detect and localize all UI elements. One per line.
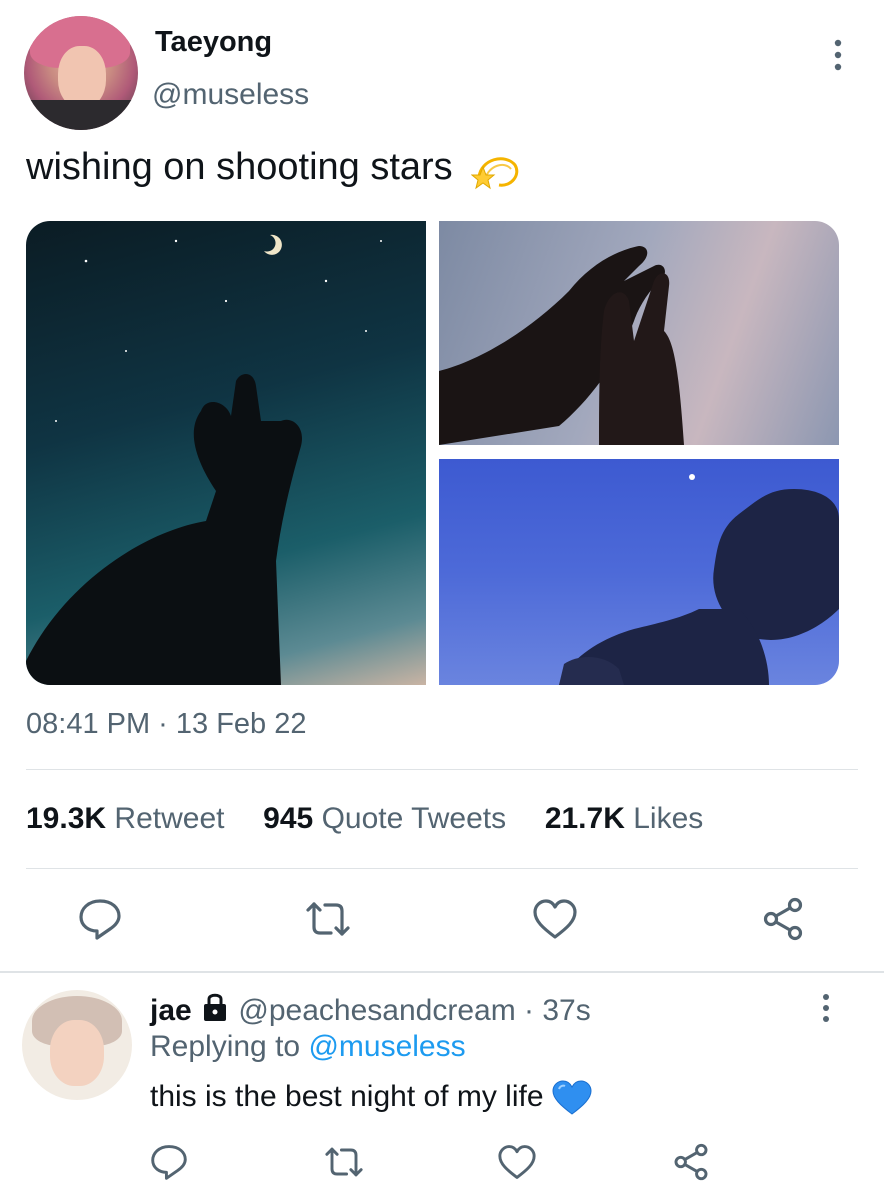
author-name[interactable]: Taeyong xyxy=(155,26,272,59)
divider xyxy=(26,769,858,770)
replying-to-mention[interactable]: @museless xyxy=(308,1030,465,1063)
reply-author-handle[interactable]: @peachesandcream xyxy=(238,994,515,1027)
retweets-count[interactable]: 19.3K xyxy=(26,802,106,835)
tweet-text-content: wishing on shooting stars xyxy=(26,146,453,188)
photo-pinky-promise-sunset[interactable] xyxy=(439,221,839,445)
retweet-icon[interactable] xyxy=(320,1138,368,1186)
tweet-stats: 19.3K Retweet 945 Quote Tweets 21.7K Lik… xyxy=(26,802,703,836)
reply-author-avatar[interactable] xyxy=(22,990,132,1100)
more-vertical-icon[interactable] xyxy=(814,992,838,1024)
photo-pinky-promise-blue-sky[interactable] xyxy=(439,459,839,685)
like-icon[interactable] xyxy=(527,891,583,947)
section-divider xyxy=(0,971,884,973)
replying-to-line: Replying to @museless xyxy=(150,1030,466,1064)
reply-author-name[interactable]: jae xyxy=(150,994,192,1027)
tweet-timestamp[interactable]: 08:41 PM · 13 Feb 22 xyxy=(26,708,307,741)
likes-count[interactable]: 21.7K xyxy=(545,802,625,835)
tweet-media-grid[interactable] xyxy=(26,221,839,685)
retweet-icon[interactable] xyxy=(300,891,356,947)
reply-text: this is the best night of my life xyxy=(150,1080,592,1116)
reply-time[interactable]: · 37s xyxy=(524,994,591,1027)
share-icon[interactable] xyxy=(755,891,811,947)
author-avatar[interactable] xyxy=(24,16,138,130)
reply-icon[interactable] xyxy=(145,1138,193,1186)
tweet-text: wishing on shooting stars xyxy=(26,146,521,191)
author-handle[interactable]: @museless xyxy=(152,78,309,112)
reply-text-content: this is the best night of my life xyxy=(150,1080,544,1113)
quotes-label[interactable]: Quote Tweets xyxy=(322,802,507,835)
blue-heart-emoji xyxy=(552,1080,592,1116)
divider xyxy=(26,868,858,869)
likes-label[interactable]: Likes xyxy=(633,802,703,835)
replying-prefix: Replying to xyxy=(150,1030,301,1063)
retweets-label[interactable]: Retweet xyxy=(114,802,224,835)
lock-icon xyxy=(200,990,230,1022)
photo-night-sky-hand[interactable] xyxy=(26,221,426,685)
dizzy-star-emoji xyxy=(471,147,521,191)
like-icon[interactable] xyxy=(493,1138,541,1186)
more-vertical-icon[interactable] xyxy=(826,38,850,72)
quotes-count[interactable]: 945 xyxy=(263,802,313,835)
share-icon[interactable] xyxy=(667,1138,715,1186)
reply-icon[interactable] xyxy=(72,891,128,947)
reply-header: jae @peachesandcream · 37s xyxy=(150,990,591,1028)
